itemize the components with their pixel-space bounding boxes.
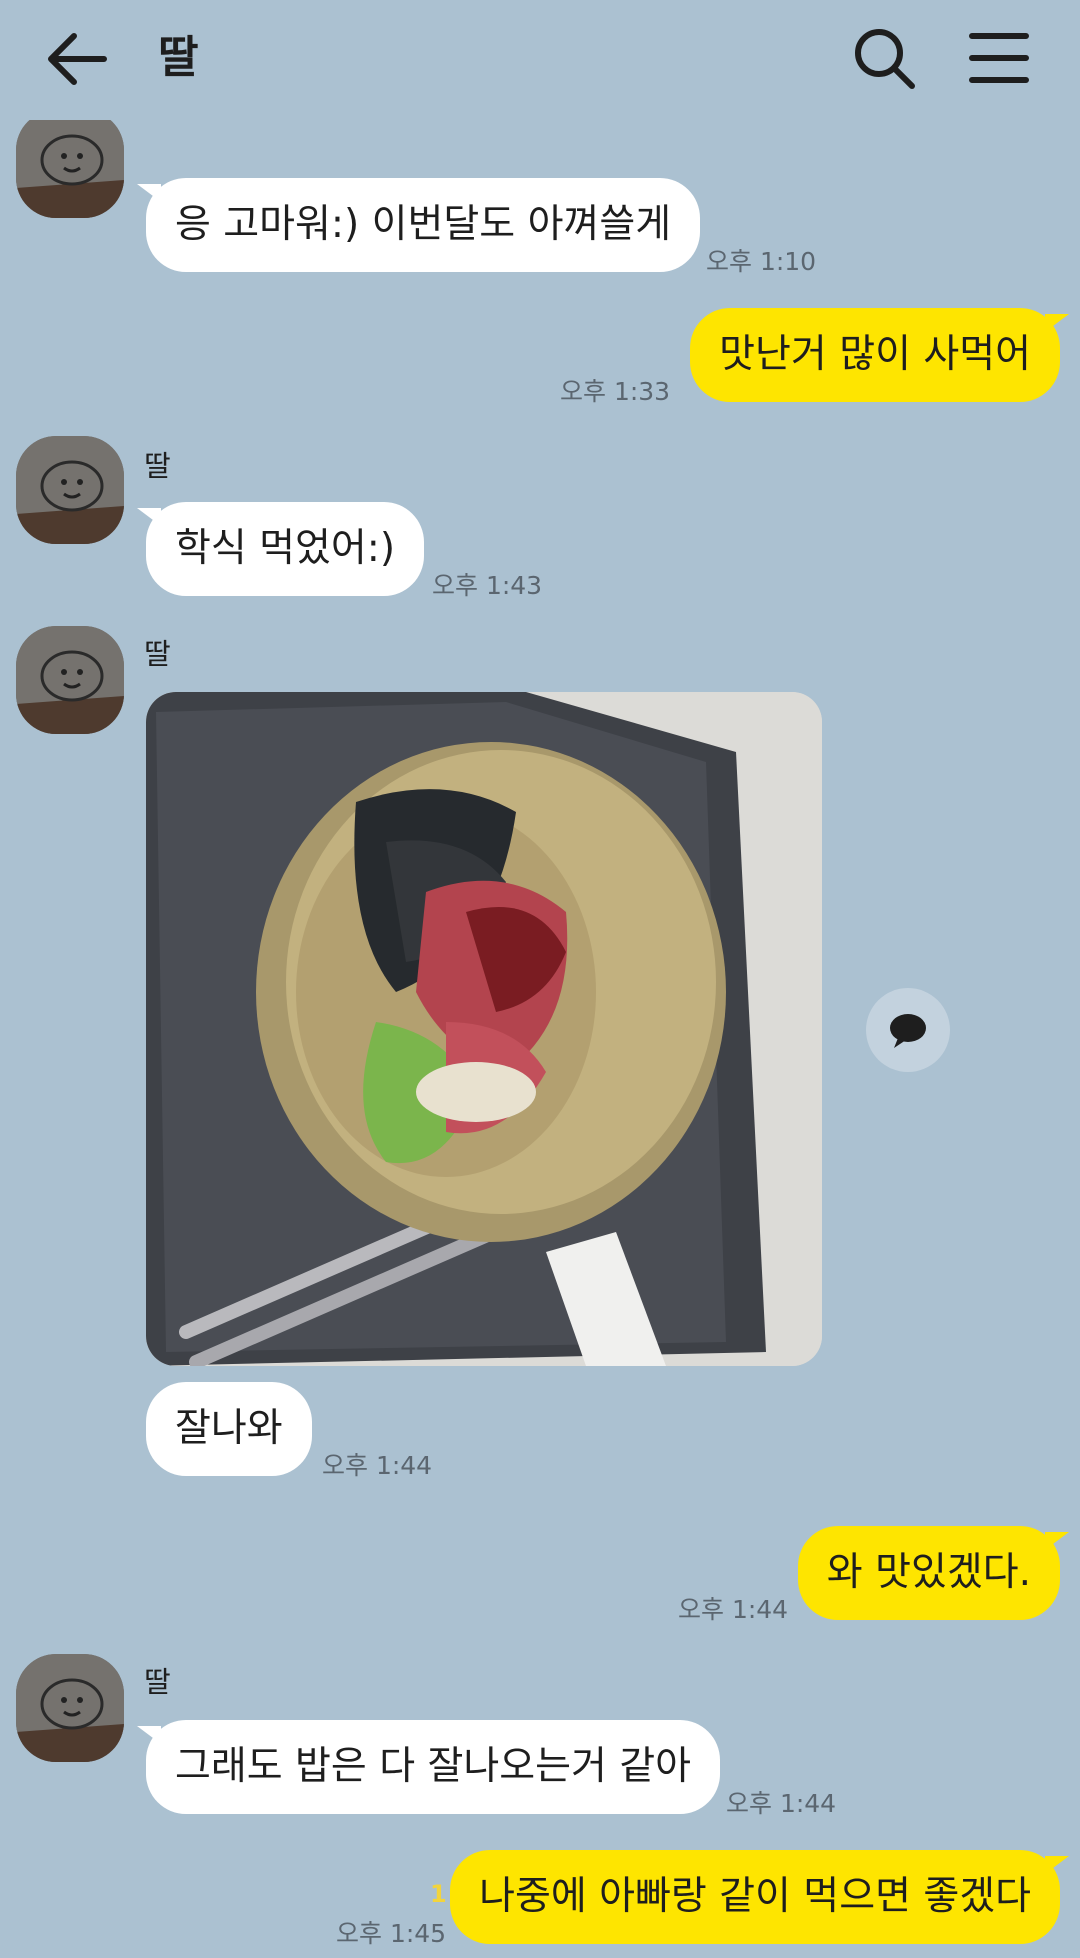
share-button[interactable] — [866, 988, 950, 1072]
message-time: 오후 1:43 — [432, 571, 543, 600]
message-bubble[interactable]: 맛난거 많이 사먹어 — [690, 308, 1069, 402]
hamburger-menu-icon[interactable] — [968, 28, 1030, 88]
search-icon[interactable] — [852, 26, 916, 90]
sender-name: 딸 — [144, 449, 171, 483]
sender-name: 딸 — [144, 1665, 171, 1699]
avatar[interactable] — [16, 1654, 124, 1762]
unread-count: 1 — [430, 1880, 447, 1908]
chat-title: 딸 — [158, 32, 199, 83]
arrow-left-icon[interactable] — [44, 28, 110, 90]
avatar[interactable] — [16, 626, 124, 734]
message-bubble[interactable]: 나중에 아빠랑 같이 먹으면 좋겠다 — [450, 1850, 1069, 1944]
message-time: 오후 1:44 — [322, 1451, 433, 1480]
message-bubble[interactable]: 학식 먹었어:) — [136, 502, 425, 596]
message-bubble[interactable]: 그래도 밥은 다 잘나오는거 같아 — [136, 1720, 721, 1814]
photo-bibimbap-bowl[interactable] — [146, 692, 822, 1366]
sender-name: 딸 — [144, 637, 171, 671]
message-bubble[interactable]: 와 맛있겠다. — [797, 1526, 1070, 1620]
message-time: 오후 1:45 — [336, 1919, 447, 1948]
message-time: 오후 1:44 — [678, 1595, 789, 1624]
message-time: 오후 1:44 — [726, 1789, 837, 1818]
chat-bubble-icon — [890, 1014, 926, 1048]
avatar[interactable] — [16, 436, 124, 544]
message-bubble[interactable]: 잘나와 — [146, 1382, 312, 1476]
chat-header: 딸 — [0, 0, 1080, 120]
message-bubble[interactable]: 응 고마워:) 이번달도 아껴쓸게 — [136, 178, 701, 272]
message-time: 오후 1:33 — [560, 377, 671, 406]
message-time: 오후 1:10 — [706, 247, 817, 276]
avatar[interactable] — [16, 110, 124, 218]
